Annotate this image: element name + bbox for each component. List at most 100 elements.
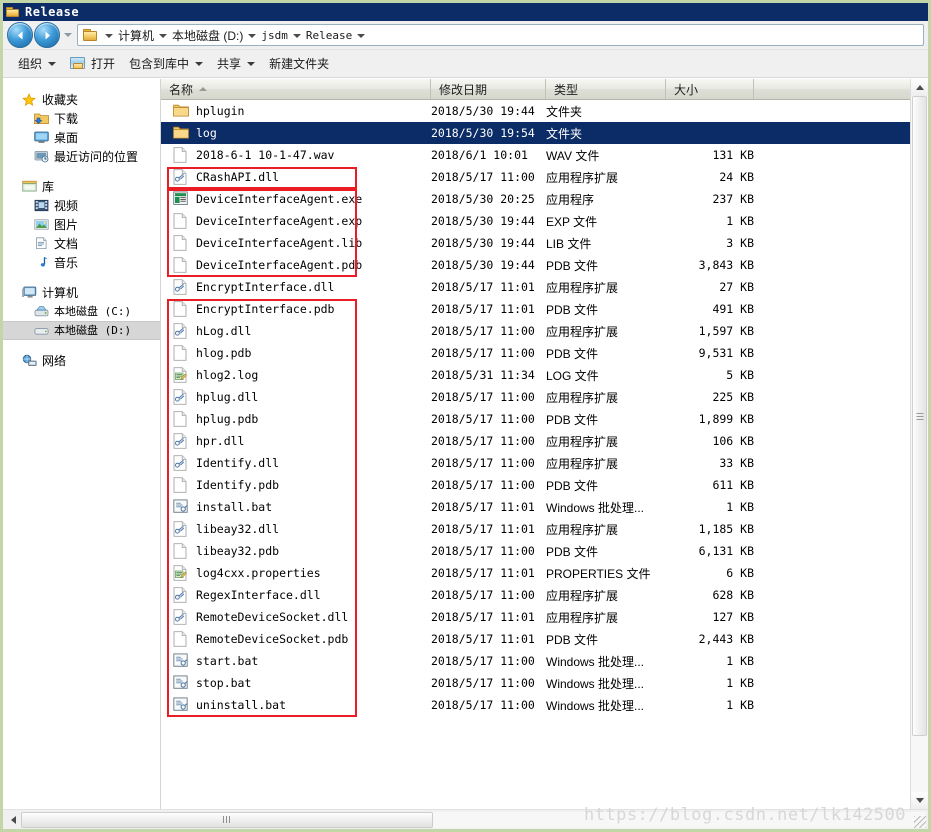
chevron-down-icon[interactable] — [292, 34, 301, 38]
table-row[interactable]: DeviceInterfaceAgent.lib 2018/5/30 19:44 L… — [161, 232, 910, 254]
table-row[interactable]: RemoteDeviceSocket.dll 2018/5/17 11:01 应用程… — [161, 606, 910, 628]
table-row[interactable]: log 2018/5/30 19:54 文件夹 — [161, 122, 910, 144]
file-name-label: hpr.dll — [196, 434, 245, 448]
table-row[interactable]: EncryptInterface.pdb 2018/5/17 11:01 PDB 文… — [161, 298, 910, 320]
organize-button[interactable]: 组织 — [11, 53, 63, 75]
file-type-cell: Windows 批处理... — [546, 675, 666, 692]
table-row[interactable]: hlog2.log 2018/5/31 11:34 LOG 文件 5 KB — [161, 364, 910, 386]
sidebar-item-music[interactable]: 音乐 — [3, 253, 160, 272]
breadcrumb[interactable]: 计算机 本地磁盘 (D:) jsdm Release — [77, 24, 924, 46]
horizontal-scrollbar[interactable] — [3, 809, 928, 829]
chevron-down-icon[interactable] — [248, 34, 257, 38]
sidebar-item-local-disk-c[interactable]: 本地磁盘 (C:) — [3, 302, 160, 321]
scroll-down-button[interactable] — [911, 792, 928, 809]
file-rows-container[interactable]: hplugin 2018/5/30 19:44 文件夹 log 2018/5/30 19… — [161, 100, 910, 809]
breadcrumb-item-2[interactable]: jsdm — [261, 29, 288, 42]
breadcrumb-item-3[interactable]: Release — [306, 29, 352, 42]
file-date-cell: 2018/5/17 11:01 — [431, 610, 535, 624]
table-row[interactable]: stop.bat 2018/5/17 11:00 Windows 批处理... 1 K… — [161, 672, 910, 694]
vertical-scroll-track[interactable] — [911, 96, 928, 792]
file-name-label: install.bat — [196, 500, 273, 514]
table-row[interactable]: install.bat 2018/5/17 11:01 Windows 批处理...… — [161, 496, 910, 518]
share-button[interactable]: 共享 — [210, 53, 262, 75]
file-icon — [173, 631, 187, 647]
sidebar-item-local-disk-d[interactable]: 本地磁盘 (D:) — [3, 321, 160, 340]
forward-button[interactable] — [34, 22, 60, 48]
table-row[interactable]: EncryptInterface.dll 2018/5/17 11:01 应用程序扩… — [161, 276, 910, 298]
sidebar-label: 图片 — [54, 217, 79, 232]
table-row[interactable]: DeviceInterfaceAgent.exe 2018/5/30 20:25 应… — [161, 188, 910, 210]
table-row[interactable]: RegexInterface.dll 2018/5/17 11:00 应用程序扩展 6… — [161, 584, 910, 606]
column-header-size[interactable]: 大小 — [666, 79, 754, 99]
file-type-label: WAV 文件 — [546, 148, 600, 163]
file-size-cell: 9,531 KB — [698, 346, 754, 360]
horizontal-scroll-thumb[interactable] — [21, 811, 433, 828]
sidebar-item-desktop[interactable]: 桌面 — [3, 128, 160, 147]
window-resize-grip[interactable] — [914, 816, 926, 828]
sidebar-item-computer[interactable]: 计算机 — [3, 283, 160, 302]
table-row[interactable]: hplug.dll 2018/5/17 11:00 应用程序扩展 225 KB — [161, 386, 910, 408]
file-name-cell: uninstall.bat — [161, 697, 431, 713]
dll-icon — [173, 279, 189, 295]
table-row[interactable]: log4cxx.properties 2018/5/17 11:01 PROPERT… — [161, 562, 910, 584]
table-row[interactable]: RemoteDeviceSocket.pdb 2018/5/17 11:01 PDB… — [161, 628, 910, 650]
table-row[interactable]: hlog.pdb 2018/5/17 11:00 PDB 文件 9,531 KB — [161, 342, 910, 364]
table-row[interactable]: hLog.dll 2018/5/17 11:00 应用程序扩展 1,597 KB — [161, 320, 910, 342]
column-header-type[interactable]: 类型 — [546, 79, 666, 99]
file-name-cell: CRashAPI.dll — [161, 169, 431, 185]
table-row[interactable]: Identify.pdb 2018/5/17 11:00 PDB 文件 611 KB — [161, 474, 910, 496]
horizontal-scroll-track[interactable] — [21, 811, 926, 828]
sidebar-item-documents[interactable]: 文档 — [3, 234, 160, 253]
organize-label: 组织 — [18, 57, 43, 71]
file-icon — [173, 631, 189, 647]
grip-icon — [916, 413, 923, 422]
file-size-cell: 237 KB — [712, 192, 754, 206]
file-type-cell: EXP 文件 — [546, 213, 666, 230]
breadcrumb-item-1[interactable]: 本地磁盘 (D:) — [172, 27, 243, 44]
file-type-label: 应用程序扩展 — [546, 390, 619, 405]
new-folder-button[interactable]: 新建文件夹 — [262, 53, 336, 75]
sidebar-item-pictures[interactable]: 图片 — [3, 215, 160, 234]
file-size-cell: 131 KB — [712, 148, 754, 162]
scroll-left-button[interactable] — [5, 812, 21, 828]
recent-pages-dropdown[interactable] — [62, 23, 74, 47]
table-row[interactable]: DeviceInterfaceAgent.pdb 2018/5/30 19:44 P… — [161, 254, 910, 276]
file-type-cell: 应用程序扩展 — [546, 323, 666, 340]
sidebar-item-downloads[interactable]: 下载 — [3, 109, 160, 128]
sidebar-item-favorites[interactable]: 收藏夹 — [3, 90, 160, 109]
table-row[interactable]: uninstall.bat 2018/5/17 11:00 Windows 批处理.… — [161, 694, 910, 716]
column-header-date[interactable]: 修改日期 — [431, 79, 546, 99]
open-button[interactable]: 打开 — [63, 53, 122, 75]
table-row[interactable]: start.bat 2018/5/17 11:00 Windows 批处理... 1 … — [161, 650, 910, 672]
file-date-cell: 2018/5/17 11:00 — [431, 478, 535, 492]
sidebar-item-libraries[interactable]: 库 — [3, 177, 160, 196]
sidebar-item-recent-places[interactable]: 最近访问的位置 — [3, 147, 160, 166]
table-row[interactable]: hplug.pdb 2018/5/17 11:00 PDB 文件 1,899 KB — [161, 408, 910, 430]
table-row[interactable]: libeay32.dll 2018/5/17 11:01 应用程序扩展 1,185 K… — [161, 518, 910, 540]
column-header-name[interactable]: 名称 — [161, 79, 431, 99]
table-row[interactable]: DeviceInterfaceAgent.exp 2018/5/30 19:44 E… — [161, 210, 910, 232]
dll-icon — [173, 521, 187, 537]
sidebar-item-network[interactable]: 网络 — [3, 351, 160, 370]
file-size-cell: 5 KB — [726, 368, 754, 382]
table-row[interactable]: 2018-6-1 10-1-47.wav 2018/6/1 10:01 WAV 文件… — [161, 144, 910, 166]
table-row[interactable]: hplugin 2018/5/30 19:44 文件夹 — [161, 100, 910, 122]
table-row[interactable]: hpr.dll 2018/5/17 11:00 应用程序扩展 106 KB — [161, 430, 910, 452]
chevron-down-icon[interactable] — [105, 34, 113, 38]
breadcrumb-item-0[interactable]: 计算机 — [118, 27, 154, 44]
file-type-cell: PDB 文件 — [546, 257, 666, 274]
include-in-library-button[interactable]: 包含到库中 — [122, 53, 210, 75]
vertical-scroll-thumb[interactable] — [912, 96, 927, 737]
command-toolbar: 组织 打开 包含到库中 共享 新建文件夹 — [3, 50, 928, 78]
back-button[interactable] — [7, 22, 33, 48]
navigation-pane[interactable]: 收藏夹 下载 桌面 最近访问的位置 库 视频 图片 文档 音乐 计算机 本地磁盘… — [3, 79, 161, 809]
sidebar-item-videos[interactable]: 视频 — [3, 196, 160, 215]
table-row[interactable]: Identify.dll 2018/5/17 11:00 应用程序扩展 33 KB — [161, 452, 910, 474]
table-row[interactable]: CRashAPI.dll 2018/5/17 11:00 应用程序扩展 24 KB — [161, 166, 910, 188]
scroll-up-button[interactable] — [911, 79, 928, 96]
chevron-down-icon[interactable] — [357, 34, 366, 38]
chevron-down-icon[interactable] — [159, 34, 168, 38]
file-name-label: log4cxx.properties — [196, 566, 321, 580]
table-row[interactable]: libeay32.pdb 2018/5/17 11:00 PDB 文件 6,131 K… — [161, 540, 910, 562]
vertical-scrollbar[interactable] — [910, 79, 928, 809]
